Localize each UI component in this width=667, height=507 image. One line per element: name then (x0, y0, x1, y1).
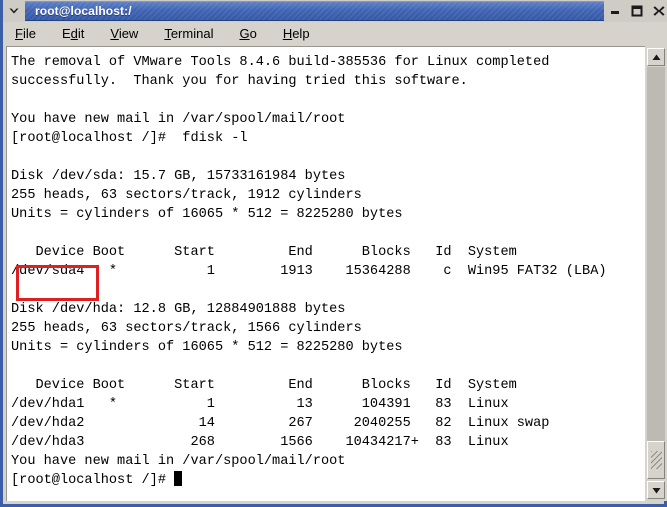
scroll-up-button[interactable] (647, 48, 665, 66)
triangle-down-icon (652, 487, 660, 493)
maximize-button[interactable] (626, 0, 648, 22)
triangle-up-icon (652, 54, 660, 60)
close-button[interactable] (648, 0, 667, 22)
terminal-body: The removal of VMware Tools 8.4.6 build-… (6, 46, 667, 501)
terminal-prompt: [root@localhost /]# (11, 473, 175, 488)
menu-item-help[interactable]: Help (283, 22, 310, 46)
menu-bar: File Edit View Terminal Go Help (6, 22, 667, 46)
minimize-icon (611, 11, 619, 14)
maximize-icon (631, 5, 643, 17)
scrollbar-track[interactable] (647, 67, 665, 479)
chevron-down-icon (7, 4, 21, 18)
terminal-window: root@localhost:/ File Edit View Terminal… (0, 0, 667, 507)
menu-item-edit[interactable]: Edit (62, 22, 84, 46)
terminal-text: The removal of VMware Tools 8.4.6 build-… (11, 53, 607, 490)
window-menu-button[interactable] (3, 0, 25, 22)
terminal-scrollback: The removal of VMware Tools 8.4.6 build-… (11, 55, 607, 469)
close-icon (653, 6, 665, 16)
menu-item-terminal[interactable]: Terminal (164, 22, 213, 46)
scroll-down-button[interactable] (647, 481, 665, 499)
vertical-scrollbar[interactable] (645, 46, 667, 501)
menu-item-go[interactable]: Go (239, 22, 256, 46)
scrollbar-grip-icon (651, 451, 662, 469)
minimize-button[interactable] (604, 0, 626, 22)
menu-item-file[interactable]: File (15, 22, 36, 46)
title-bar: root@localhost:/ (3, 0, 667, 22)
window-title: root@localhost:/ (35, 4, 132, 18)
title-strip[interactable]: root@localhost:/ (25, 1, 604, 21)
menu-item-view[interactable]: View (110, 22, 138, 46)
terminal-output-area[interactable]: The removal of VMware Tools 8.4.6 build-… (6, 46, 645, 501)
block-cursor (174, 471, 183, 486)
scrollbar-thumb[interactable] (647, 441, 665, 479)
